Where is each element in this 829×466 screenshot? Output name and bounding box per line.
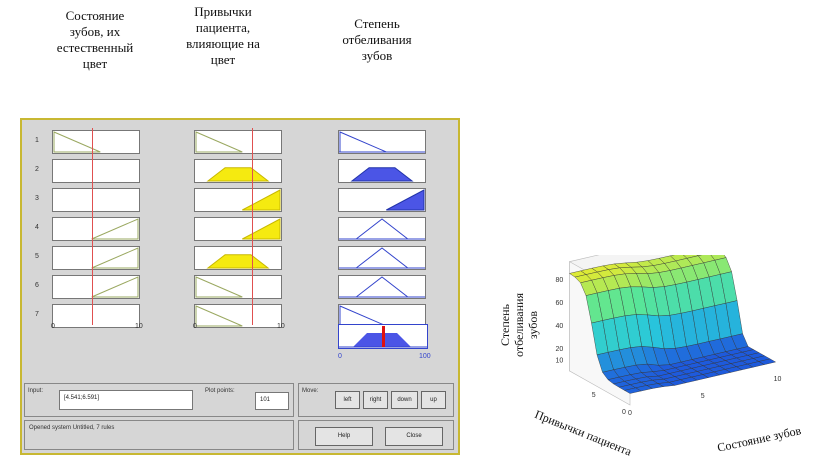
membership-function-shape — [386, 189, 425, 211]
plot-points-field[interactable]: 101 — [255, 392, 289, 410]
input2-mf-rule-7[interactable] — [194, 304, 282, 328]
input-group: Input: [4.541;6.591] Plot points: 101 — [24, 383, 294, 417]
input1-tick-max: 10 — [135, 323, 143, 330]
input2-tick-min: 0 — [193, 323, 197, 330]
input1-column-title: Состояние зубов, их естественный цвет — [56, 8, 134, 71]
input1-mf-rule-5[interactable] — [52, 246, 140, 270]
input1-mf-rule-2[interactable] — [52, 159, 140, 183]
surface-x-tick: 0 — [628, 410, 632, 417]
input2-tick-max: 10 — [277, 323, 285, 330]
rule-number: 5 — [35, 253, 39, 260]
input1-mf-rule-7[interactable] — [52, 304, 140, 328]
output-mf-rule-2[interactable] — [338, 159, 426, 183]
output-mf-rule-3[interactable] — [338, 188, 426, 212]
surface-z-tick: 40 — [556, 323, 564, 330]
membership-function-shape — [206, 167, 270, 182]
membership-function-shape — [339, 131, 387, 153]
input2-mf-rule-4[interactable] — [194, 217, 282, 241]
membership-function-shape — [195, 131, 243, 153]
membership-function-shape — [339, 305, 387, 327]
input1-indicator-line — [92, 128, 93, 325]
membership-function-shape — [206, 254, 270, 269]
move-down-button[interactable]: down — [391, 391, 418, 409]
membership-function-shape — [242, 189, 281, 211]
output-tick-min: 0 — [338, 353, 342, 360]
input1-mf-rule-3[interactable] — [52, 188, 140, 212]
action-group: Help Close — [298, 420, 454, 450]
input2-mf-rule-6[interactable] — [194, 275, 282, 299]
surface-z-tick: 60 — [556, 300, 564, 307]
rule-number: 3 — [35, 195, 39, 202]
membership-function-shape — [195, 305, 243, 327]
move-group: Move: left right down up — [298, 383, 454, 417]
surface-plot: 80 60 40 20 10 0 5 10 0 5 Степень отбеливания зубов… — [480, 227, 829, 461]
input2-indicator-line — [252, 128, 253, 325]
output-mf-rule-1[interactable] — [338, 130, 426, 154]
membership-function-shape — [53, 131, 101, 153]
membership-function-shape — [91, 218, 139, 240]
membership-function-shape — [354, 276, 410, 298]
input1-mf-rule-1[interactable] — [52, 130, 140, 154]
input2-mf-rule-1[interactable] — [194, 130, 282, 154]
membership-function-shape — [195, 276, 243, 298]
rule-number: 1 — [35, 137, 39, 144]
plot-points-label: Plot points: — [205, 388, 235, 394]
membership-function-shape — [354, 218, 410, 240]
move-left-button[interactable]: left — [335, 391, 360, 409]
help-button[interactable]: Help — [315, 427, 373, 446]
status-bar: Opened system Untitled, 7 rules — [24, 420, 294, 450]
rule-number: 2 — [35, 166, 39, 173]
aggregated-output-shape — [339, 326, 427, 348]
output-tick-max: 100 — [419, 353, 431, 360]
rule-number: 6 — [35, 282, 39, 289]
input1-mf-rule-4[interactable] — [52, 217, 140, 241]
close-button[interactable]: Close — [385, 427, 443, 446]
input2-mf-rule-5[interactable] — [194, 246, 282, 270]
rule-number: 4 — [35, 224, 39, 231]
surface-z-tick: 20 — [556, 346, 564, 353]
surface-y-tick: 0 — [622, 409, 626, 416]
input1-tick-min: 0 — [51, 323, 55, 330]
membership-function-shape — [242, 218, 281, 240]
rule-viewer-window: 1 2 3 4 5 6 7 0 10 0 10 0 100 Input: [4.541;6.… — [20, 118, 460, 455]
move-right-button[interactable]: right — [363, 391, 388, 409]
input-label: Input: — [28, 388, 44, 394]
surface-zlabel: Степень отбеливания зубов — [498, 293, 540, 357]
status-text: Opened system Untitled, 7 rules — [29, 425, 115, 431]
move-up-button[interactable]: up — [421, 391, 446, 409]
output-mf-rule-5[interactable] — [338, 246, 426, 270]
input2-mf-rule-2[interactable] — [194, 159, 282, 183]
membership-function-shape — [350, 167, 414, 182]
membership-function-shape — [91, 247, 139, 269]
rule-number: 7 — [35, 311, 39, 318]
surface-x-tick: 5 — [701, 393, 705, 400]
surface-y-tick: 5 — [592, 392, 596, 399]
input1-mf-rule-6[interactable] — [52, 275, 140, 299]
membership-function-shape — [354, 247, 410, 269]
surface-x-tick: 10 — [774, 376, 782, 383]
output-mf-rule-4[interactable] — [338, 217, 426, 241]
input2-column-title: Привычки пациента, влияющие на цвет — [186, 4, 260, 67]
aggregated-output-plot — [338, 324, 428, 349]
output-value-marker — [382, 326, 385, 347]
membership-function-shape — [91, 276, 139, 298]
surface-z-tick: 10 — [556, 357, 564, 364]
output-column-title: Степень отбеливания зубов — [342, 16, 412, 63]
input2-mf-rule-3[interactable] — [194, 188, 282, 212]
move-label: Move: — [302, 388, 319, 394]
rule-viewer-content: 1 2 3 4 5 6 7 0 10 0 10 0 100 Input: [4.541;6.… — [22, 120, 458, 453]
surface-z-tick: 80 — [556, 277, 564, 284]
output-mf-rule-6[interactable] — [338, 275, 426, 299]
input-field[interactable]: [4.541;6.591] — [59, 390, 193, 410]
